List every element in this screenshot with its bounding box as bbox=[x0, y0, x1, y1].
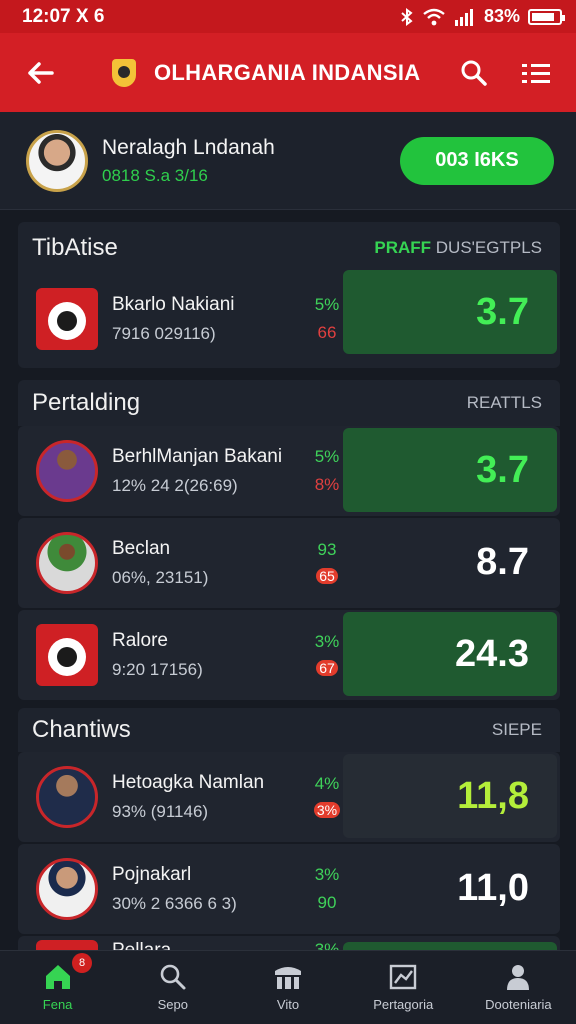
nav-item-home[interactable]: 8 Fena bbox=[0, 951, 115, 1024]
club-logo-icon bbox=[36, 288, 98, 350]
back-button[interactable] bbox=[20, 53, 60, 93]
list-item[interactable]: BerhlManjan Bakani 12% 24 2(26:69) 5% 8%… bbox=[18, 426, 560, 516]
avatar[interactable] bbox=[26, 129, 88, 192]
menu-list-icon bbox=[522, 63, 550, 83]
list-item[interactable]: Pojnakarl 30% 2 6366 6 3) 3% 90 11,0 bbox=[18, 844, 560, 934]
section-title: TibAtise bbox=[32, 234, 118, 261]
section-title: Pertalding bbox=[32, 389, 141, 416]
profile-action-button[interactable]: 003 I6KS bbox=[400, 136, 554, 185]
profile-subtitle: 0818 S.a 3/16 bbox=[102, 165, 208, 185]
arrow-left-icon bbox=[28, 61, 54, 84]
profile-name: Neralagh Lndanah bbox=[102, 135, 275, 159]
player-avatar bbox=[36, 858, 98, 920]
club-logo-icon bbox=[36, 624, 98, 686]
signal-icon bbox=[454, 8, 473, 26]
list-item[interactable]: Bkarlo Nakiani 7916 029116) 5% 66 3.7 bbox=[18, 270, 560, 364]
team-crest-icon bbox=[112, 58, 136, 87]
score-value: 11,0 bbox=[457, 866, 529, 909]
search-button[interactable] bbox=[454, 53, 494, 93]
chart-icon bbox=[390, 964, 417, 990]
page-title: OLHARGANIA INDANSIA bbox=[154, 59, 421, 85]
section-header-right: REATTLS bbox=[466, 393, 542, 412]
list-item[interactable]: Hetoagka Namlan 93% (91146) 4% 3% 11,8 bbox=[18, 752, 560, 842]
status-bar: 12:07 X 6 83% bbox=[0, 0, 576, 33]
section-pertalding: Pertalding REATTLS BerhlManjan Bakani 12… bbox=[18, 380, 560, 700]
battery-icon bbox=[528, 8, 565, 25]
section-tibatise: TibAtise PRAFF DUS'EGTPLS Bkarlo Nakiani… bbox=[18, 222, 560, 368]
nav-item-stats[interactable]: Pertagoria bbox=[346, 951, 461, 1024]
filter-menu-button[interactable] bbox=[516, 53, 556, 93]
home-icon bbox=[45, 965, 70, 989]
section-chantiws: Chantiws SIEPE Hetoagka Namlan 93% (9114… bbox=[18, 708, 560, 976]
bottom-nav: 8 Fena Sepo Vito Pertagoria Dooteniaria bbox=[0, 950, 576, 1024]
notification-badge: 8 bbox=[72, 953, 92, 973]
battery-percent: 83% bbox=[483, 6, 520, 26]
score-value: 8.7 bbox=[476, 540, 529, 583]
search-icon bbox=[160, 964, 186, 990]
app-header: OLHARGANIA INDANSIA bbox=[0, 33, 576, 112]
list-item[interactable]: Beclan 06%, 23151) 93 65 8.7 bbox=[18, 518, 560, 608]
profile-card: Neralagh Lndanah 0818 S.a 3/16 003 I6KS bbox=[0, 112, 576, 210]
stadium-icon bbox=[275, 967, 301, 989]
status-time: 12:07 X 6 bbox=[22, 5, 105, 27]
player-avatar bbox=[36, 440, 98, 502]
player-avatar bbox=[36, 766, 98, 828]
list-item[interactable]: Ralore 9:20 17156) 3% 67 24.3 bbox=[18, 610, 560, 700]
wifi-icon bbox=[423, 8, 445, 25]
player-avatar bbox=[36, 532, 98, 594]
score-value: 3.7 bbox=[343, 270, 557, 354]
score-value: 24.3 bbox=[343, 612, 557, 696]
nav-item-search[interactable]: Sepo bbox=[115, 951, 230, 1024]
score-value: 11,8 bbox=[343, 754, 557, 838]
section-title: Chantiws bbox=[32, 716, 131, 743]
section-header-right: PRAFF DUS'EGTPLS bbox=[374, 238, 542, 257]
nav-item-profile[interactable]: Dooteniaria bbox=[461, 951, 576, 1024]
profile-icon bbox=[507, 965, 530, 990]
section-header-right: SIEPE bbox=[491, 720, 542, 739]
bluetooth-icon bbox=[401, 7, 413, 26]
search-icon bbox=[461, 60, 487, 86]
nav-item-stadium[interactable]: Vito bbox=[230, 951, 345, 1024]
score-value: 3.7 bbox=[343, 428, 557, 512]
